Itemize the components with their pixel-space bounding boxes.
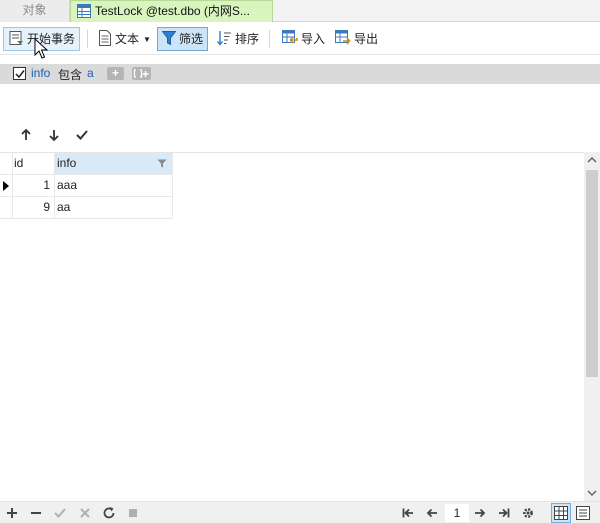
text-label: 文本: [115, 32, 140, 46]
row-indicator: [0, 175, 13, 197]
column-header-id[interactable]: id: [13, 153, 55, 175]
export-icon: [335, 30, 351, 45]
apply-changes-icon[interactable]: [53, 506, 67, 520]
last-page-icon[interactable]: [497, 506, 511, 520]
sort-button[interactable]: 排序: [212, 27, 264, 51]
filter-field[interactable]: info: [31, 66, 50, 80]
column-header-info[interactable]: info: [55, 153, 173, 175]
funnel-icon: [162, 31, 176, 46]
cell-info[interactable]: aaa: [55, 175, 173, 197]
tab-testlock[interactable]: TestLock @test.dbo (内网S...: [70, 0, 273, 22]
add-condition-button[interactable]: +: [107, 67, 124, 80]
filter-bar: info 包含 a +: [0, 64, 600, 84]
toolbar: 开始事务 文本 ▼ 筛选 排序 导入 导出: [0, 24, 600, 55]
stop-icon[interactable]: [126, 506, 140, 520]
toolbar-separator: [87, 30, 88, 48]
grid-view-icon: [554, 506, 568, 520]
checkmark-icon[interactable]: [75, 128, 89, 142]
first-page-icon[interactable]: [401, 506, 415, 520]
import-icon: [282, 30, 298, 44]
table-icon: [77, 4, 91, 22]
grid-view-button[interactable]: [551, 503, 571, 523]
scroll-up-icon[interactable]: [584, 152, 600, 169]
vertical-scrollbar[interactable]: [584, 152, 600, 501]
arrow-down-icon[interactable]: [47, 128, 61, 142]
filter-label: 筛选: [179, 32, 204, 46]
begin-transaction-label: 开始事务: [27, 32, 76, 46]
text-button[interactable]: 文本 ▼: [93, 27, 156, 51]
record-actions: [0, 124, 600, 146]
add-record-icon[interactable]: [5, 506, 19, 520]
refresh-icon[interactable]: [102, 506, 116, 520]
discard-changes-icon[interactable]: [78, 506, 92, 520]
filter-button[interactable]: 筛选: [157, 27, 209, 51]
import-button[interactable]: 导入: [277, 27, 330, 51]
checkmark-icon: [15, 70, 25, 79]
column-header-label: info: [57, 156, 77, 170]
table-row[interactable]: 9 aa: [0, 197, 173, 219]
text-doc-icon: [99, 30, 111, 46]
data-grid: id info 1 aaa 9 aa: [0, 152, 584, 501]
column-filter-icon[interactable]: [157, 159, 167, 168]
next-page-icon[interactable]: [473, 506, 487, 520]
tab-strip: 对象 TestLock @test.dbo (内网S...: [0, 0, 600, 22]
row-indicator: [0, 197, 13, 219]
cell-info[interactable]: aa: [55, 197, 173, 219]
filter-enable-checkbox[interactable]: [13, 67, 26, 80]
row-indicator-header: [0, 153, 13, 175]
transaction-icon: [9, 31, 23, 45]
scroll-down-icon[interactable]: [584, 484, 600, 501]
bottom-bar: 1: [0, 501, 600, 523]
previous-page-icon[interactable]: [425, 506, 439, 520]
filter-value[interactable]: a: [87, 66, 94, 80]
grid-header-row: id info: [0, 153, 173, 175]
begin-transaction-button[interactable]: 开始事务: [3, 27, 81, 51]
arrow-up-icon[interactable]: [19, 128, 33, 142]
tab-objects[interactable]: 对象: [0, 0, 70, 22]
form-view-button[interactable]: [573, 503, 593, 523]
cell-id[interactable]: 1: [13, 175, 55, 197]
scrollbar-thumb[interactable]: [586, 170, 598, 377]
export-button[interactable]: 导出: [330, 27, 383, 51]
add-group-button[interactable]: [132, 67, 151, 80]
import-label: 导入: [301, 32, 326, 46]
cell-id[interactable]: 9: [13, 197, 55, 219]
export-label: 导出: [354, 32, 379, 46]
sort-label: 排序: [235, 32, 260, 46]
delete-record-icon[interactable]: [29, 506, 43, 520]
group-plus-icon: [133, 69, 149, 78]
gear-icon[interactable]: [521, 506, 535, 520]
filter-operator[interactable]: 包含: [58, 66, 82, 83]
current-row-arrow-icon: [3, 181, 9, 191]
table-row[interactable]: 1 aaa: [0, 175, 173, 197]
form-view-icon: [576, 506, 590, 520]
chevron-down-icon[interactable]: ▼: [143, 29, 151, 51]
toolbar-separator: [269, 30, 270, 48]
page-number[interactable]: 1: [445, 504, 469, 522]
tab-label: TestLock @test.dbo (内网S...: [95, 4, 250, 18]
plus-icon: +: [111, 66, 119, 80]
sort-icon: [217, 31, 231, 46]
